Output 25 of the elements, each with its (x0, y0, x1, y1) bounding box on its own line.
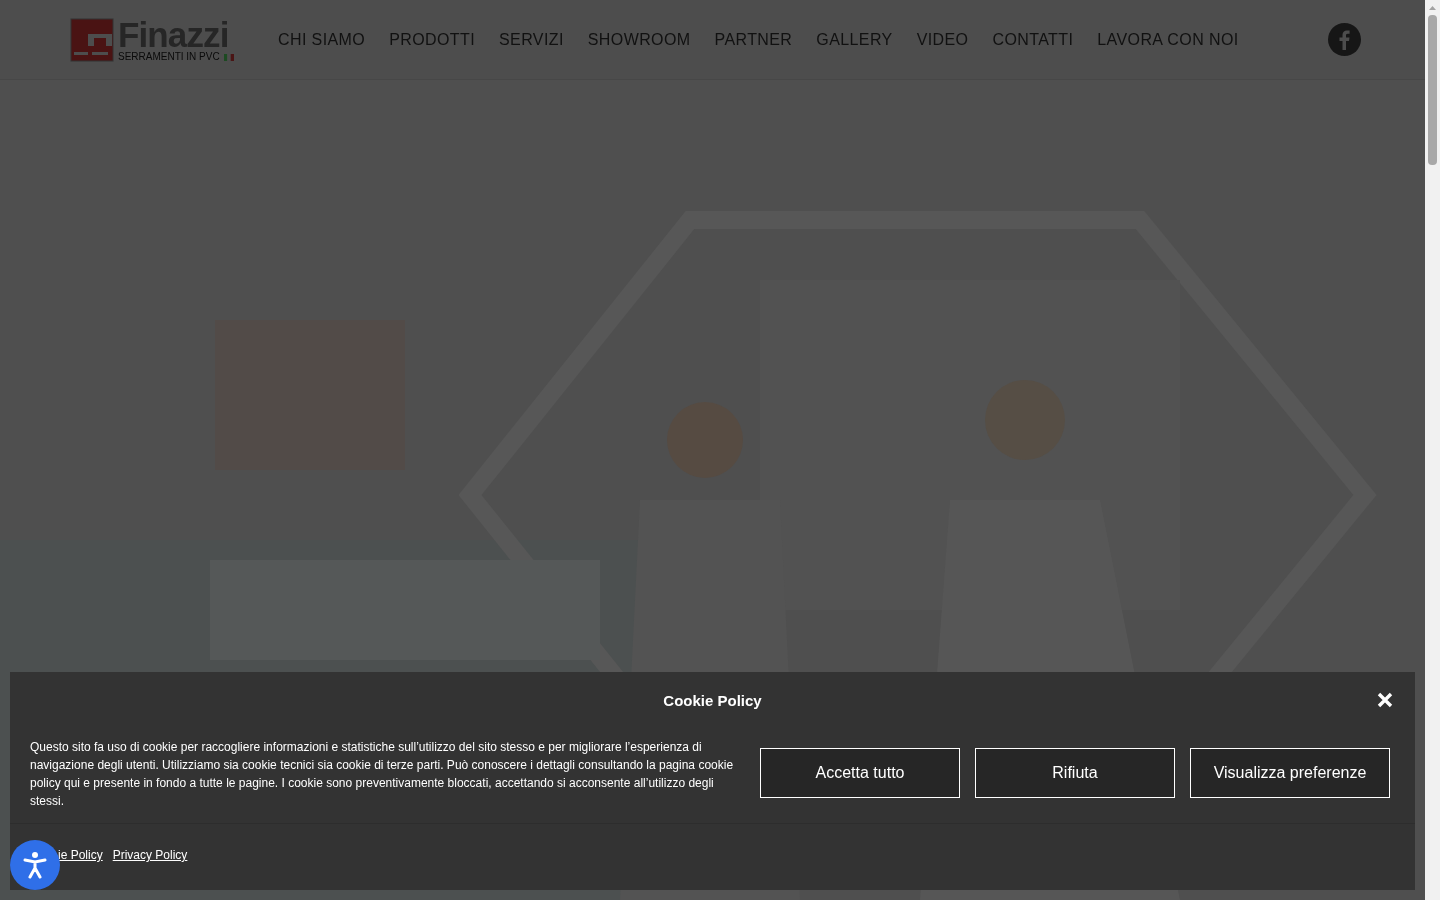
cookie-action-button[interactable]: Rifiuta (975, 748, 1175, 798)
nav-link[interactable]: PARTNER (714, 27, 793, 52)
policy-link[interactable]: Privacy Policy (112, 846, 188, 864)
cookie-message: Questo sito fa uso di cookie per raccogliere informazioni e statistiche sull’utilizzo del sito stesso e per migliorare l’esperienza di navigazione degli utenti. Utilizziamo sia cookie tecnici sia cookie di terze parti. Può conoscere i dettagli consultando la pagina cookie policy qui e presente in fondo a tutte le pagine. I cookie sono preventivamente bloccati, accettando si acconsente all’utilizzo degli stessi. (30, 739, 735, 810)
cookie-action-button[interactable]: Visualizza preferenze (1190, 748, 1390, 798)
nav-link[interactable]: PRODOTTI (389, 27, 476, 52)
logo-mark-icon (70, 17, 114, 62)
nav-link[interactable]: CHI SIAMO (278, 27, 366, 52)
nav-link[interactable]: CONTATTI (992, 27, 1074, 52)
nav-link[interactable]: VIDEO (916, 27, 969, 52)
cookie-action-button[interactable]: Accetta tutto (760, 748, 960, 798)
nav-link[interactable]: LAVORA CON NOI (1097, 27, 1239, 52)
nav-link[interactable]: GALLERY (816, 27, 893, 52)
nav-link[interactable]: SERVIZI (499, 27, 564, 52)
logo-tagline: SERRAMENTI IN PVC (118, 52, 220, 62)
nav-link[interactable]: SHOWROOM (587, 27, 691, 52)
facebook-icon[interactable] (1328, 23, 1361, 56)
cookie-title: Cookie Policy (663, 690, 762, 711)
scrollbar[interactable] (1425, 0, 1440, 900)
close-icon (1377, 692, 1393, 708)
accessibility-icon (23, 851, 47, 879)
close-button[interactable] (1377, 692, 1393, 708)
policy-link[interactable]: ie Policy (58, 846, 103, 864)
scrollbar-thumb[interactable] (1428, 15, 1437, 165)
flag-icon (223, 53, 234, 61)
